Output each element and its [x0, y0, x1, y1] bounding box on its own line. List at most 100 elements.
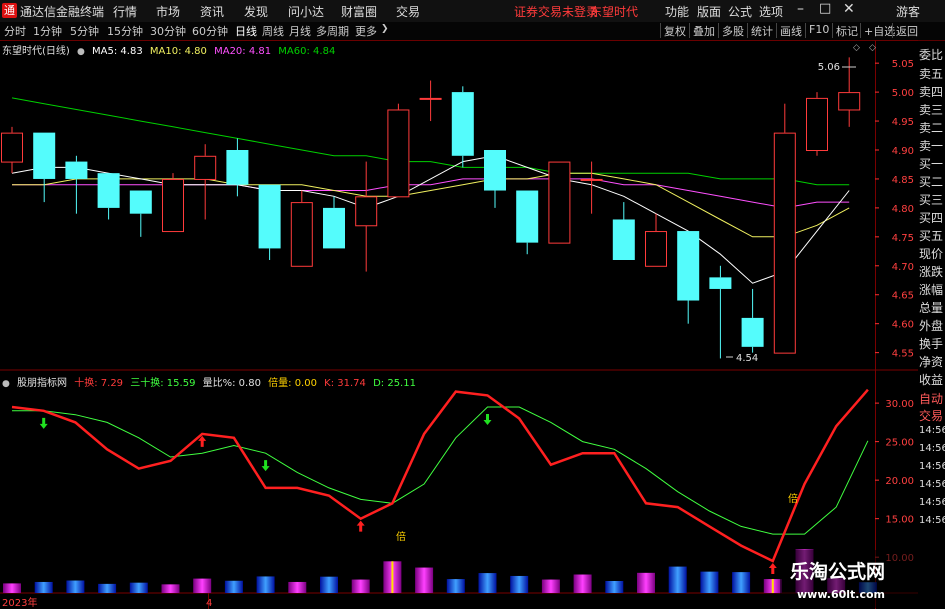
- price-tick-label-1: 5.00: [892, 88, 914, 99]
- menu-item-wenxiaoda[interactable]: 问小达: [288, 3, 324, 20]
- side-item-buy4[interactable]: 买四: [919, 209, 945, 226]
- expand-icon[interactable]: ◇: [869, 43, 876, 53]
- side-item-buy2[interactable]: 买二: [919, 173, 945, 190]
- side-item-change[interactable]: 涨跌: [919, 263, 945, 280]
- date-label-month: 4: [206, 598, 212, 609]
- period-fenshi[interactable]: 分时: [4, 23, 26, 39]
- minimize-icon[interactable]: –: [797, 1, 804, 17]
- side-item-turnover[interactable]: 换手: [919, 335, 945, 352]
- menu-item-jiaoyi[interactable]: 交易: [396, 3, 420, 20]
- menu-item-caifuquan[interactable]: 财富圈: [341, 3, 377, 20]
- volume-bar-10: [320, 576, 338, 593]
- candle-22: [709, 265, 732, 359]
- period-15min[interactable]: 15分钟: [107, 23, 143, 39]
- fuquan-button[interactable]: 复权: [660, 23, 689, 38]
- period-monthly[interactable]: 月线: [289, 23, 311, 39]
- diejia-button[interactable]: 叠加: [689, 23, 718, 38]
- bei-marker-1: 倍: [396, 530, 406, 543]
- more-chevron-icon[interactable]: ❯: [381, 24, 389, 34]
- side-item-buy3[interactable]: 买三: [919, 191, 945, 208]
- guest-label[interactable]: 游客: [896, 3, 920, 20]
- period-multi[interactable]: 多周期: [316, 23, 349, 39]
- price-marks: 5.06 4.54 ◇ ◇: [726, 43, 876, 364]
- menu-item-hangqing[interactable]: 行情: [113, 3, 137, 20]
- auto-trade-1[interactable]: 自动: [919, 390, 945, 407]
- side-item-outer[interactable]: 外盘: [919, 317, 945, 334]
- top-stock-name: 东望时代: [590, 5, 639, 19]
- volume-bar-8: [256, 576, 275, 593]
- menu-item-gongneng[interactable]: 功能: [665, 3, 689, 20]
- period-30min[interactable]: 30分钟: [150, 23, 186, 39]
- volume-bar-19: [605, 581, 624, 593]
- menu-bar: 通 通达信金融终端 行情 市场 资讯 发现 问小达 财富圈 交易 证券交易未登录…: [0, 0, 945, 23]
- side-item-sell1[interactable]: 卖一: [919, 137, 945, 154]
- maximize-icon[interactable]: □: [819, 1, 831, 16]
- period-5min[interactable]: 5分钟: [70, 23, 99, 39]
- f10-button[interactable]: F10: [805, 23, 832, 38]
- side-item-sell5[interactable]: 卖五: [919, 65, 945, 82]
- period-more[interactable]: 更多: [355, 23, 377, 39]
- arrow-up-icon-2: [768, 563, 777, 575]
- indicator-toggle-icon[interactable]: ●: [2, 379, 10, 389]
- candle-8: [258, 184, 281, 260]
- menu-item-banmian[interactable]: 版面: [697, 3, 721, 20]
- side-item-change-pct[interactable]: 涨幅: [919, 281, 945, 298]
- period-daily[interactable]: 日线: [235, 23, 257, 39]
- side-item-sell2[interactable]: 卖二: [919, 119, 945, 136]
- indicator-name[interactable]: 股朋指标网: [17, 378, 67, 389]
- candle-body-24: [773, 132, 796, 354]
- side-item-earnings[interactable]: 收益: [919, 371, 945, 388]
- duogu-button[interactable]: 多股: [718, 23, 747, 38]
- huaxian-button[interactable]: 画线: [776, 23, 805, 38]
- candle-10: [323, 196, 345, 249]
- side-item-sell3[interactable]: 卖三: [919, 101, 945, 118]
- candle-20: [645, 213, 667, 267]
- ind-tick-label-2: 20.00: [885, 476, 914, 487]
- candle-body-5: [162, 178, 184, 233]
- tongji-button[interactable]: 统计: [747, 23, 776, 38]
- period-toolbar: 分时 1分钟 5分钟 15分钟 30分钟 60分钟 日线 周线 月线 多周期 更…: [0, 22, 945, 41]
- menu-item-xuanxiang[interactable]: 选项: [759, 3, 783, 20]
- candle-13: [419, 80, 442, 122]
- tick-time-4: 14:56: [919, 479, 945, 490]
- volume-bar-9: [288, 581, 307, 593]
- ten-turnover-value: 十换: 7.29: [74, 378, 124, 389]
- volume-bar-13: [415, 567, 434, 593]
- period-weekly[interactable]: 周线: [262, 23, 284, 39]
- side-item-buy1[interactable]: 买一: [919, 155, 945, 172]
- legend-toggle-icon[interactable]: ●: [77, 47, 85, 57]
- menu-item-faxian[interactable]: 发现: [244, 3, 268, 20]
- auto-trade-2[interactable]: 交易: [919, 407, 945, 424]
- side-item-volume[interactable]: 总量: [919, 299, 945, 316]
- high-price-label: 5.06: [818, 62, 840, 73]
- menu-item-gongshi[interactable]: 公式: [728, 3, 752, 20]
- side-item-buy5[interactable]: 买五: [919, 227, 945, 244]
- ma5-value: MA5: 4.83: [92, 46, 143, 57]
- volume-bar-20: [637, 572, 655, 593]
- menu-item-shichang[interactable]: 市场: [156, 3, 180, 20]
- side-item-net-asset[interactable]: 净资: [919, 353, 945, 370]
- back-button[interactable]: 返回: [892, 23, 921, 38]
- stock-title[interactable]: 东望时代(日线): [2, 46, 70, 57]
- menu-item-zixun[interactable]: 资讯: [200, 3, 224, 20]
- date-axis: 2023年 4: [2, 596, 212, 609]
- kline-chart[interactable]: 5.05 5.00 4.95 4.90 4.85 4.80 4.75 4.70 4.65 4.60…: [0, 40, 918, 609]
- period-60min[interactable]: 60分钟: [192, 23, 228, 39]
- date-label-year: 2023年: [2, 596, 37, 609]
- thirty-turnover-value: 三十换: 15.59: [130, 378, 196, 389]
- volume-bar-6: [193, 578, 212, 593]
- side-item-weibi[interactable]: 委比: [919, 46, 945, 63]
- volume-bar-16: [510, 575, 529, 593]
- period-1min[interactable]: 1分钟: [33, 23, 62, 39]
- login-status[interactable]: 证券交易未登录: [514, 3, 598, 20]
- low-price-label: 4.54: [736, 353, 758, 364]
- tick-time-3: 14:56: [919, 461, 945, 472]
- side-item-price[interactable]: 现价: [919, 245, 945, 262]
- bei-markers: 倍 倍: [396, 492, 798, 543]
- side-item-sell4[interactable]: 卖四: [919, 83, 945, 100]
- volume-ratio-value: 量比%: 0.80: [202, 378, 261, 389]
- settings-diamond-icon[interactable]: ◇: [853, 43, 860, 53]
- biaoji-button[interactable]: 标记: [832, 23, 861, 38]
- close-icon[interactable]: ✕: [843, 1, 855, 17]
- volume-bar-1: [34, 581, 53, 593]
